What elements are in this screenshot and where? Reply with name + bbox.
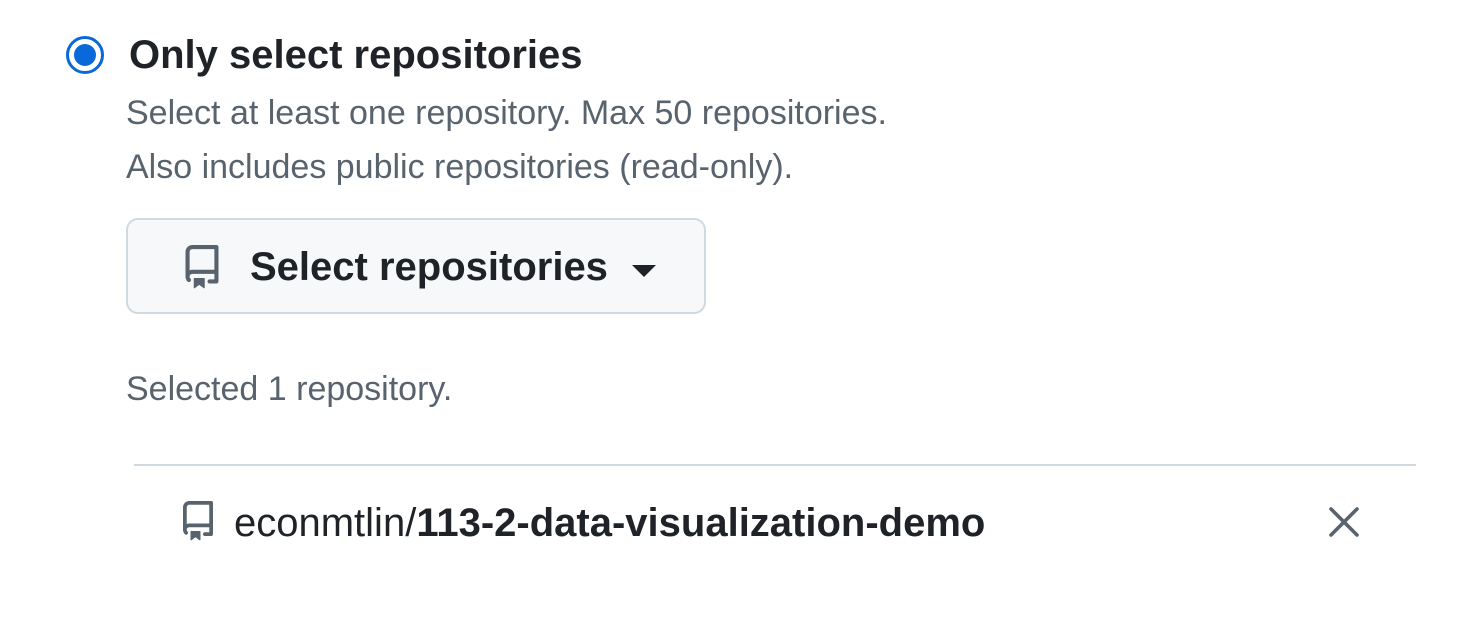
close-icon[interactable] — [1322, 500, 1366, 544]
radio-selected-dot — [74, 44, 96, 66]
only-select-repositories-radio[interactable] — [66, 36, 104, 74]
repository-name: 113-2-data-visualization-demo — [416, 501, 986, 545]
select-repositories-button[interactable]: Select repositories — [126, 218, 706, 314]
selected-repository-item: econmtlin/113-2-data-visualization-demo — [134, 466, 1416, 576]
option-description-line1: Select at least one repository. Max 50 r… — [126, 94, 887, 132]
option-title[interactable]: Only select repositories — [129, 30, 583, 80]
option-description-line2: Also includes public repositories (read-… — [126, 148, 794, 186]
selected-count-text: Selected 1 repository. — [126, 370, 453, 408]
repository-owner: econmtlin/ — [234, 501, 417, 545]
repo-icon — [185, 245, 219, 289]
caret-down-icon — [632, 265, 656, 277]
repository-full-name: econmtlin/113-2-data-visualization-demo — [234, 498, 985, 548]
select-repositories-label: Select repositories — [250, 245, 608, 289]
repo-icon — [183, 501, 213, 541]
